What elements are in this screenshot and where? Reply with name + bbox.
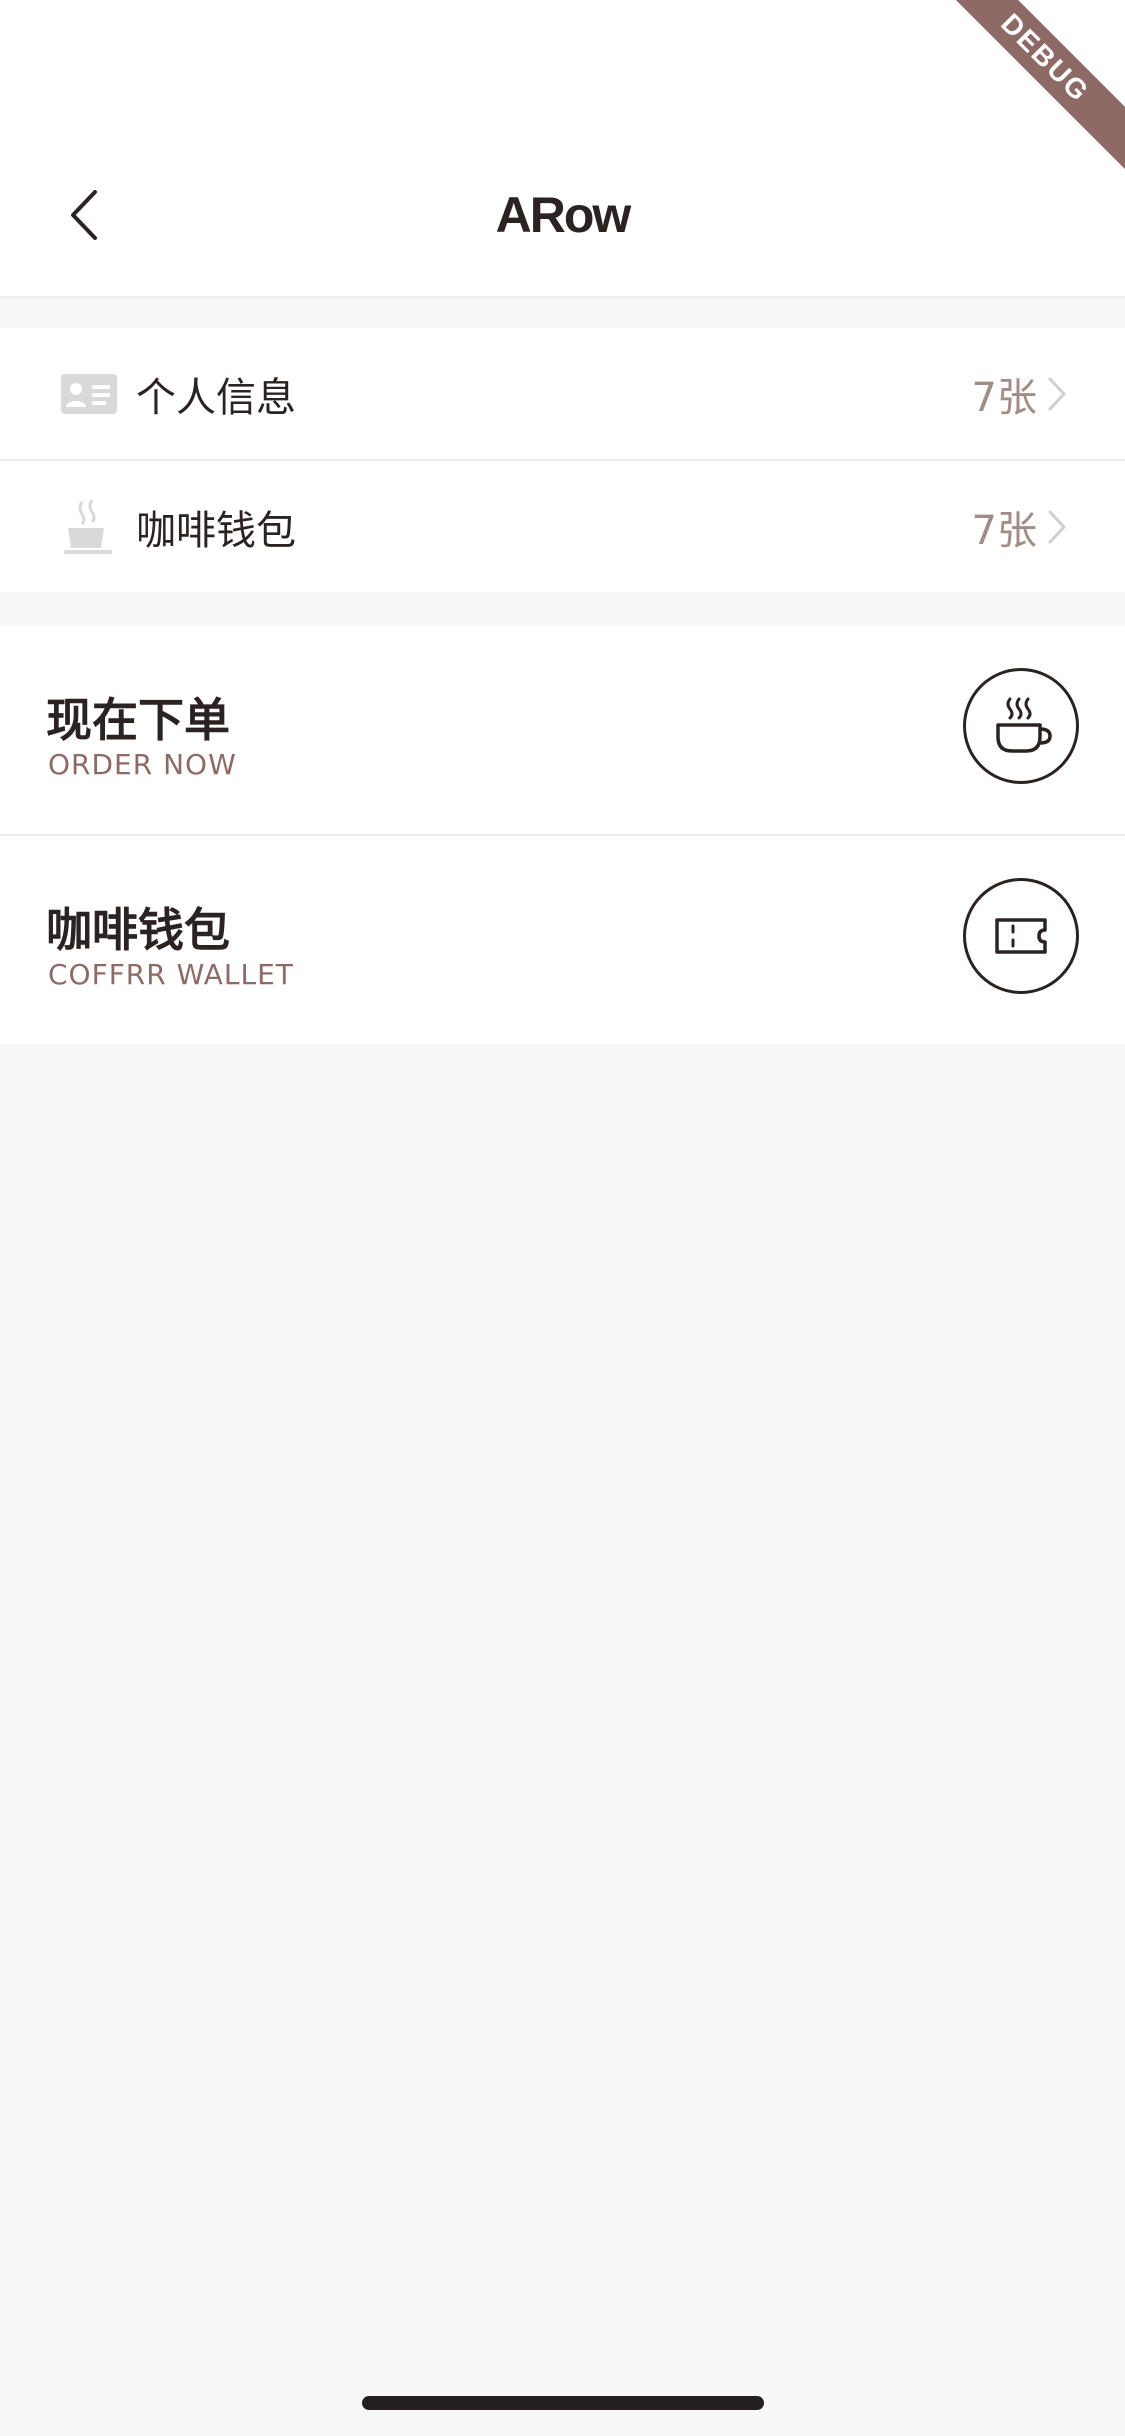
- list-item-count: 7张: [971, 507, 1037, 554]
- navigation-bar: ARow: [0, 0, 1125, 298]
- card-title: 现在下单: [46, 693, 230, 747]
- card-subtitle: ORDER NOW: [48, 748, 237, 781]
- coffee-wallet-button[interactable]: [963, 878, 1079, 994]
- list-item-count: 7张: [971, 374, 1037, 421]
- chevron-right-icon: [1045, 507, 1069, 547]
- home-indicator: [362, 2396, 764, 2410]
- chevron-right-icon: [1045, 374, 1069, 414]
- coffee-cup-icon: [996, 697, 1052, 753]
- list-item-coffee-wallet[interactable]: 咖啡钱包 7张: [0, 459, 1125, 592]
- info-list: 个人信息 7张 咖啡钱包 7张: [0, 328, 1125, 592]
- list-item-personal-info[interactable]: 个人信息 7张: [0, 328, 1125, 459]
- page-title: ARow: [495, 187, 632, 243]
- card-subtitle: COFFRR WALLET: [48, 958, 294, 991]
- card-title: 咖啡钱包: [46, 903, 230, 957]
- coffee-wallet-card[interactable]: 咖啡钱包 COFFRR WALLET: [0, 834, 1125, 1044]
- id-card-icon: [60, 365, 118, 423]
- action-cards: 现在下单 ORDER NOW 咖啡钱包 COFFRR WALLET: [0, 626, 1125, 1044]
- list-item-label: 咖啡钱包: [136, 507, 296, 554]
- coffee-cup-icon: [60, 498, 118, 556]
- list-item-label: 个人信息: [136, 374, 296, 421]
- ticket-icon: [995, 918, 1047, 954]
- order-now-card[interactable]: 现在下单 ORDER NOW: [0, 626, 1125, 834]
- order-now-button[interactable]: [963, 668, 1079, 784]
